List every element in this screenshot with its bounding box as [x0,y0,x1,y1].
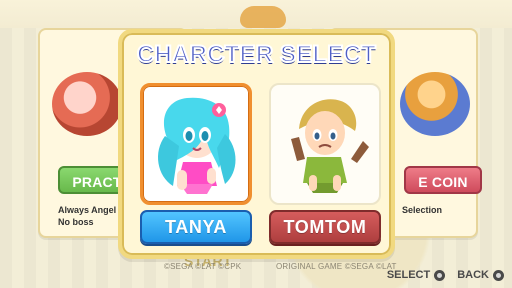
right-card-info-line-1: Selection [402,205,443,215]
background-character-head [240,6,286,28]
back-control[interactable]: BACK [457,269,504,281]
b-button-icon [493,269,504,281]
character-select-modal: CHARCTER SELECT TANYA TOMTOM [118,29,395,259]
background-copyright-right: ORIGINAL GAME ©SEGA ©LAT [276,262,397,271]
orange-character-art [400,72,470,136]
tomtom-portrait [291,99,369,193]
select-control-label: SELECT [386,269,431,281]
background-copyright-left: ©SEGA ©LAT ©CPK [164,262,242,271]
tomtom-button[interactable]: TOMTOM [269,210,381,244]
tanya-portrait [158,97,236,194]
select-control[interactable]: SELECT [386,269,446,281]
modal-title: CHARCTER SELECT [136,40,377,69]
left-card-info-line-1: Always Angel [58,205,117,215]
coin-button-background: E COIN [404,166,482,194]
tanya-button[interactable]: TANYA [140,210,252,244]
tanya-button-label: TANYA [164,217,227,237]
left-card-info-line-2: No boss [58,217,94,227]
footer-controls: SELECT BACK [387,269,504,281]
character-card-tanya[interactable] [140,83,252,205]
right-card-info: Selection [402,204,442,216]
back-control-label: BACK [457,269,489,281]
tomtom-button-label: TOMTOM [283,217,367,237]
left-card-info: Always Angel No boss [58,204,116,228]
character-card-tomtom[interactable] [269,83,381,205]
snail-character-art [52,72,122,136]
a-button-icon [434,269,446,281]
